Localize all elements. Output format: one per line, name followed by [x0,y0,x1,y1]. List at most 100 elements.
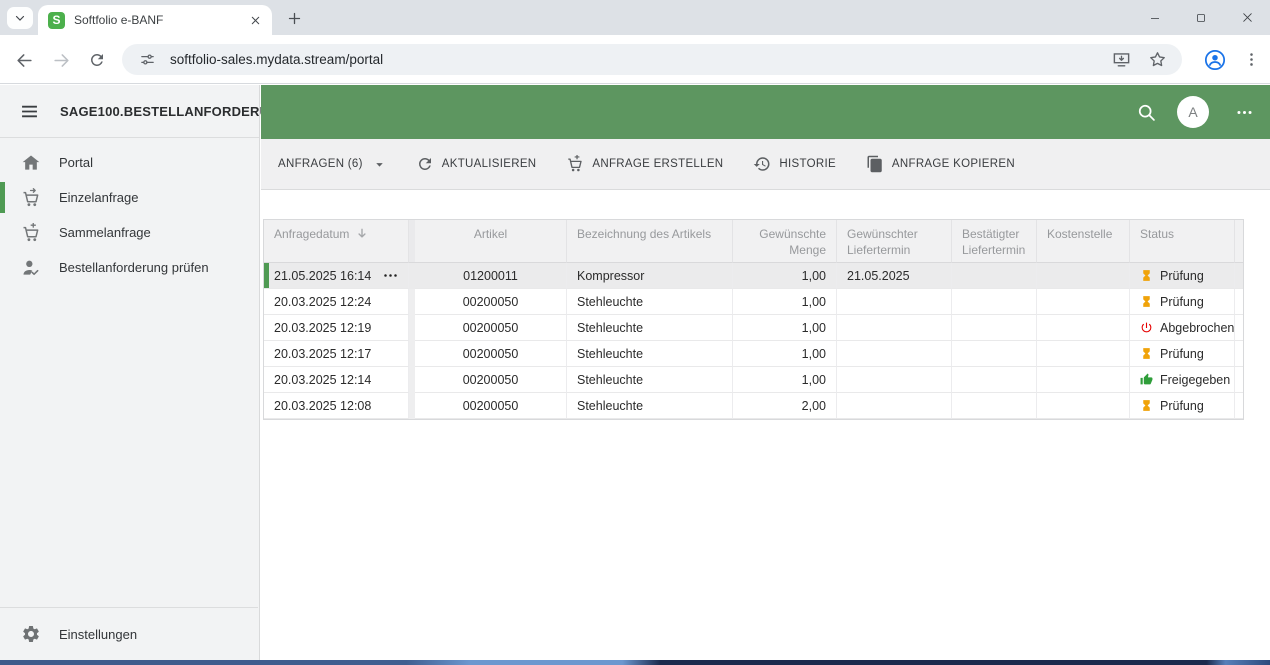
cell-kostenstelle[interactable] [1037,289,1130,315]
cell-kostenstelle[interactable] [1037,341,1130,367]
tab-search-button[interactable] [7,7,33,29]
cell-best_liefertermin[interactable] [952,393,1037,419]
cell-kostenstelle[interactable] [1037,367,1130,393]
cart-plus-icon [566,155,584,173]
cell-anfragedatum[interactable]: 20.03.2025 12:14 [264,367,409,393]
user-avatar[interactable]: A [1177,96,1209,128]
aktualisieren-button[interactable]: AKTUALISIEREN [416,155,537,173]
cell-anfragedatum[interactable]: 20.03.2025 12:17 [264,341,409,367]
cell-status[interactable]: Prüfung [1130,289,1235,315]
cell-anfragedatum[interactable]: 20.03.2025 12:08 [264,393,409,419]
cell-status[interactable]: Prüfung [1130,341,1235,367]
profile-icon [1204,47,1226,73]
cell-gew_liefertermin[interactable] [837,393,952,419]
cell-bezeichnung[interactable]: Stehleuchte [567,289,733,315]
cell-status[interactable]: Prüfung [1130,263,1235,289]
historie-button[interactable]: HISTORIE [753,155,836,173]
row-filler [1235,367,1243,393]
column-header-status[interactable]: Status [1130,220,1235,263]
cell-status[interactable]: Prüfung [1130,393,1235,419]
column-header-kostenstelle[interactable]: Kostenstelle [1037,220,1130,263]
sidebar-item-einstellungen[interactable]: Einstellungen [0,607,258,660]
cell-bezeichnung[interactable]: Kompressor [567,263,733,289]
reload-button[interactable] [85,48,109,72]
cell-artikel[interactable]: 00200050 [415,367,567,393]
install-app-button[interactable] [1110,49,1132,71]
cell-gew_liefertermin[interactable] [837,367,952,393]
window-close-button[interactable] [1224,0,1270,35]
cell-menge[interactable]: 2,00 [733,393,837,419]
cell-menge[interactable]: 1,00 [733,367,837,393]
new-tab-button[interactable] [283,7,306,30]
dropdown-caret-icon [373,158,386,171]
cell-best_liefertermin[interactable] [952,315,1037,341]
browser-profile-button[interactable] [1204,49,1226,71]
cell-gew_liefertermin[interactable]: 21.05.2025 [837,263,952,289]
cell-status[interactable]: Abgebrochen [1130,315,1235,341]
cell-bezeichnung[interactable]: Stehleuchte [567,393,733,419]
cell-anfragedatum[interactable]: 20.03.2025 12:24 [264,289,409,315]
cell-gew_liefertermin[interactable] [837,315,952,341]
cell-menge[interactable]: 1,00 [733,263,837,289]
column-header-label: Status [1140,227,1174,243]
cell-bezeichnung[interactable]: Stehleuchte [567,341,733,367]
column-header-anfragedatum[interactable]: Anfragedatum [264,220,409,263]
search-button[interactable] [1132,98,1160,126]
browser-menu-button[interactable] [1240,49,1262,71]
cell-best_liefertermin[interactable] [952,341,1037,367]
cell-kostenstelle[interactable] [1037,263,1130,289]
sidebar-item-label: Portal [59,155,93,170]
sidebar-item-einzelanfrage[interactable]: Einzelanfrage [0,180,259,215]
back-button[interactable] [12,48,36,72]
cell-artikel[interactable]: 00200050 [415,341,567,367]
anfrage-erstellen-button[interactable]: ANFRAGE ERSTELLEN [566,155,723,173]
cell-anfragedatum[interactable]: 20.03.2025 12:19 [264,315,409,341]
anfragen-6-button[interactable]: ANFRAGEN (6) [278,158,386,171]
window-maximize-button[interactable] [1178,0,1224,35]
minimize-icon [1149,12,1161,24]
column-header-bezeichnung[interactable]: Bezeichnung des Artikels [567,220,733,263]
row-menu-button[interactable] [383,268,398,283]
browser-tab[interactable]: S Softfolio e-BANF [38,5,272,35]
cell-value: 21.05.2025 16:14 [274,269,371,283]
site-info-button[interactable] [136,49,158,71]
cell-artikel[interactable]: 00200050 [415,393,567,419]
anfrage-kopieren-button[interactable]: ANFRAGE KOPIEREN [866,155,1015,173]
forward-button[interactable] [49,48,73,72]
address-bar[interactable]: softfolio-sales.mydata.stream/portal [122,44,1182,75]
column-header-best_liefertermin[interactable]: Bestätigter Liefertermin [952,220,1037,263]
cell-status[interactable]: Freigegeben [1130,367,1235,393]
sidebar-item-sammelanfrage[interactable]: Sammelanfrage [0,215,259,250]
cell-artikel[interactable]: 00200050 [415,315,567,341]
refresh-icon [416,155,434,173]
bookmark-button[interactable] [1146,49,1168,71]
cell-artikel[interactable]: 00200050 [415,289,567,315]
cell-kostenstelle[interactable] [1037,315,1130,341]
column-header-artikel[interactable]: Artikel [415,220,567,263]
sidebar-item-portal[interactable]: Portal [0,145,259,180]
cell-bezeichnung[interactable]: Stehleuchte [567,367,733,393]
cell-menge[interactable]: 1,00 [733,315,837,341]
cell-kostenstelle[interactable] [1037,393,1130,419]
cell-menge[interactable]: 1,00 [733,341,837,367]
url-text[interactable]: softfolio-sales.mydata.stream/portal [170,52,1110,67]
cell-anfragedatum[interactable]: 21.05.2025 16:14 [264,263,409,289]
cell-gew_liefertermin[interactable] [837,341,952,367]
tab-close-button[interactable] [247,12,264,29]
status-label: Prüfung [1160,399,1204,413]
column-header-gew_liefertermin[interactable]: Gewünschter Liefertermin [837,220,952,263]
cell-best_liefertermin[interactable] [952,263,1037,289]
cell-best_liefertermin[interactable] [952,367,1037,393]
app-overflow-menu-button[interactable] [1230,98,1258,126]
menu-toggle-button[interactable] [19,100,40,122]
cell-gew_liefertermin[interactable] [837,289,952,315]
cell-bezeichnung[interactable]: Stehleuchte [567,315,733,341]
window-minimize-button[interactable] [1132,0,1178,35]
cell-menge[interactable]: 1,00 [733,289,837,315]
column-header-menge[interactable]: Gewünschte Menge [733,220,837,263]
forward-arrow-icon [52,51,71,70]
home-icon [21,153,41,173]
cell-artikel[interactable]: 01200011 [415,263,567,289]
cell-best_liefertermin[interactable] [952,289,1037,315]
sidebar-item-bestellanforderung-pr-fen[interactable]: Bestellanforderung prüfen [0,250,259,285]
